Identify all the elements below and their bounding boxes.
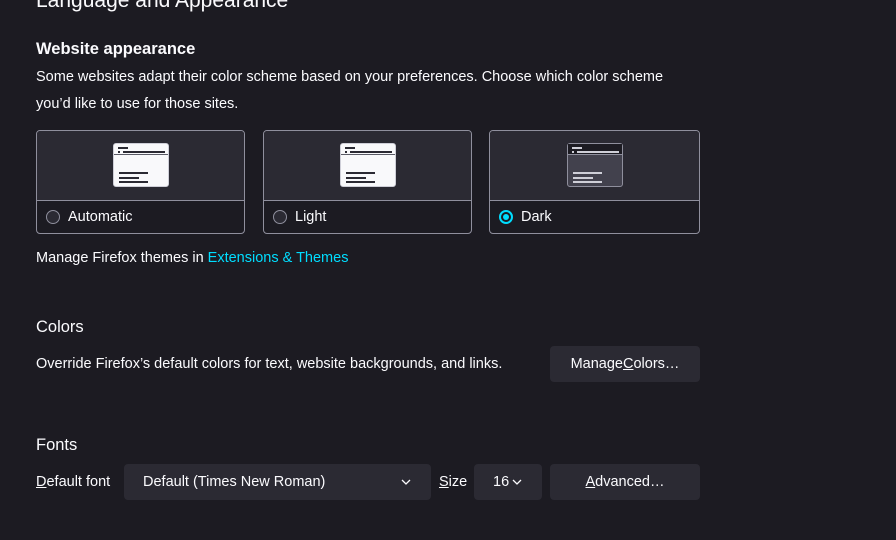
advanced-accel: A (585, 474, 596, 490)
website-appearance-heading: Website appearance (36, 40, 196, 58)
colors-description: Override Firefox’s default colors for te… (36, 356, 503, 372)
theme-label-automatic: Automatic (68, 208, 133, 225)
radio-icon[interactable] (46, 209, 60, 224)
theme-radio-row-automatic[interactable]: Automatic (37, 200, 244, 233)
browser-window-icon (566, 143, 623, 187)
theme-label-dark: Dark (521, 208, 552, 225)
section-title: Language and Appearance (36, 0, 289, 12)
colors-heading: Colors (36, 318, 84, 336)
browser-window-icon (112, 143, 169, 187)
default-font-label-rest: efault font (46, 474, 111, 490)
theme-label-light: Light (295, 208, 327, 225)
default-font-label: Default font (36, 474, 110, 490)
default-font-accel: D (36, 474, 47, 490)
manage-colors-label-post: olors… (633, 356, 680, 372)
theme-radio-row-dark[interactable]: Dark (490, 200, 699, 233)
theme-card-automatic[interactable]: Automatic (36, 130, 245, 234)
radio-icon[interactable] (499, 209, 513, 224)
manage-themes-prefix: Manage Firefox themes in (36, 250, 208, 266)
size-accel: S (439, 474, 449, 490)
browser-window-icon (339, 143, 396, 187)
theme-radio-row-light[interactable]: Light (264, 200, 471, 233)
default-font-select[interactable]: Default (Times New Roman) (124, 464, 431, 500)
advanced-label-rest: dvanced… (595, 474, 665, 490)
manage-colors-accel: C (622, 356, 634, 372)
chevron-down-icon (401, 479, 411, 485)
size-label-rest: ize (448, 474, 468, 490)
default-font-value: Default (Times New Roman) (143, 474, 326, 490)
extensions-themes-link[interactable]: Extensions & Themes (208, 250, 349, 266)
manage-colors-button[interactable]: Manage Colors… (550, 346, 700, 382)
website-appearance-description-line1: Some websites adapt their color scheme b… (36, 69, 664, 85)
radio-icon[interactable] (273, 209, 287, 224)
website-appearance-description-line2: you’d like to use for those sites. (36, 96, 239, 112)
advanced-fonts-button[interactable]: Advanced… (550, 464, 700, 500)
theme-preview-dark (490, 131, 699, 201)
chevron-down-icon (512, 479, 522, 485)
manage-themes-text: Manage Firefox themes in Extensions & Th… (36, 245, 348, 272)
theme-preview-automatic (37, 131, 244, 201)
theme-preview-light (264, 131, 471, 201)
settings-page: Language and Appearance Website appearan… (0, 0, 896, 540)
fonts-heading: Fonts (36, 436, 78, 454)
manage-colors-label-pre: Manage (570, 356, 623, 372)
font-size-select[interactable]: 16 (474, 464, 542, 500)
theme-card-dark[interactable]: Dark (489, 130, 700, 234)
theme-card-light[interactable]: Light (263, 130, 472, 234)
size-label: Size (439, 474, 467, 490)
font-size-value: 16 (493, 474, 510, 490)
